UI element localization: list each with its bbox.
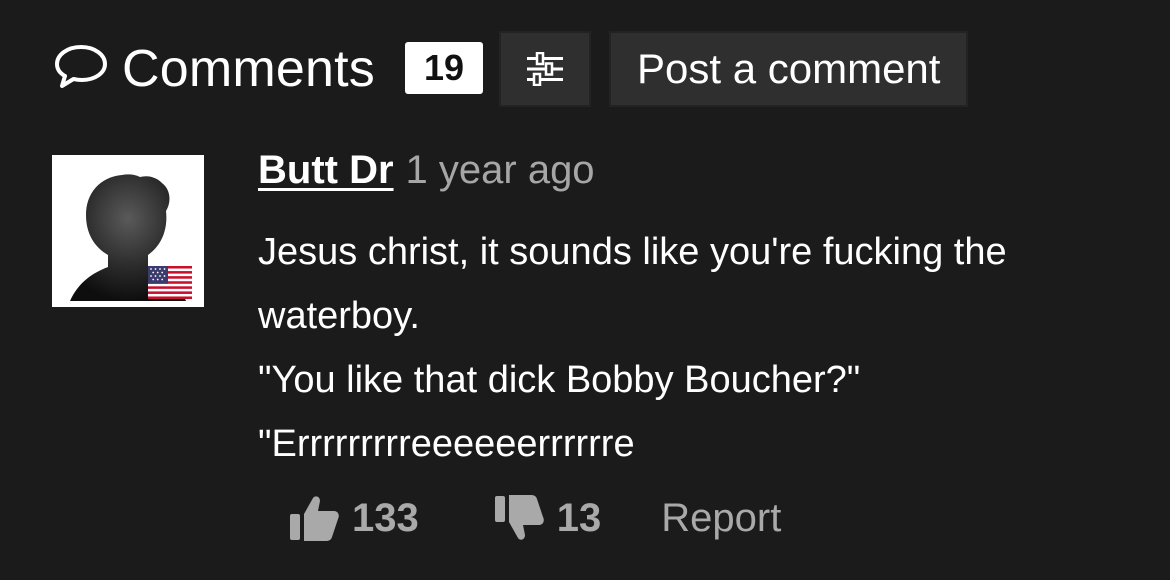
like-count: 133: [352, 495, 419, 540]
comment-meta: Butt Dr 1 year ago: [258, 148, 1138, 198]
dislike-count: 13: [556, 495, 602, 540]
username-link[interactable]: Butt Dr: [258, 148, 394, 193]
avatar[interactable]: [52, 155, 204, 307]
comment-timestamp: 1 year ago: [405, 148, 595, 192]
comments-title: Comments: [122, 40, 375, 98]
speech-bubble-icon: [55, 45, 107, 88]
comment-actions: 133 13 Report: [288, 488, 781, 548]
thumbs-down-icon: [494, 495, 544, 540]
filter-button[interactable]: [499, 31, 591, 107]
comment-text-line: waterboy.: [258, 295, 420, 337]
comment-text-line: Jesus christ, it sounds like you're fuck…: [258, 231, 1007, 273]
dislike-button[interactable]: 13: [493, 494, 602, 542]
like-button[interactable]: 133: [288, 494, 419, 542]
post-comment-button[interactable]: Post a comment: [609, 31, 969, 107]
us-flag-icon: [148, 266, 192, 299]
comment-text-line: "You like that dick Bobby Boucher?": [258, 359, 861, 401]
thumbs-up-icon: [290, 496, 339, 541]
comment-text-line: "Errrrrrrrreeeeeerrrrrre: [258, 423, 635, 465]
comment-count-badge: 19: [405, 42, 483, 94]
report-link[interactable]: Report: [661, 496, 781, 541]
comment-body: Butt Dr 1 year ago Jesus christ, it soun…: [258, 148, 1138, 476]
comments-header: Comments 19 Post a comment: [52, 30, 969, 108]
comment-text: Jesus christ, it sounds like you're fuck…: [258, 220, 1138, 476]
sliders-icon: [527, 52, 563, 86]
